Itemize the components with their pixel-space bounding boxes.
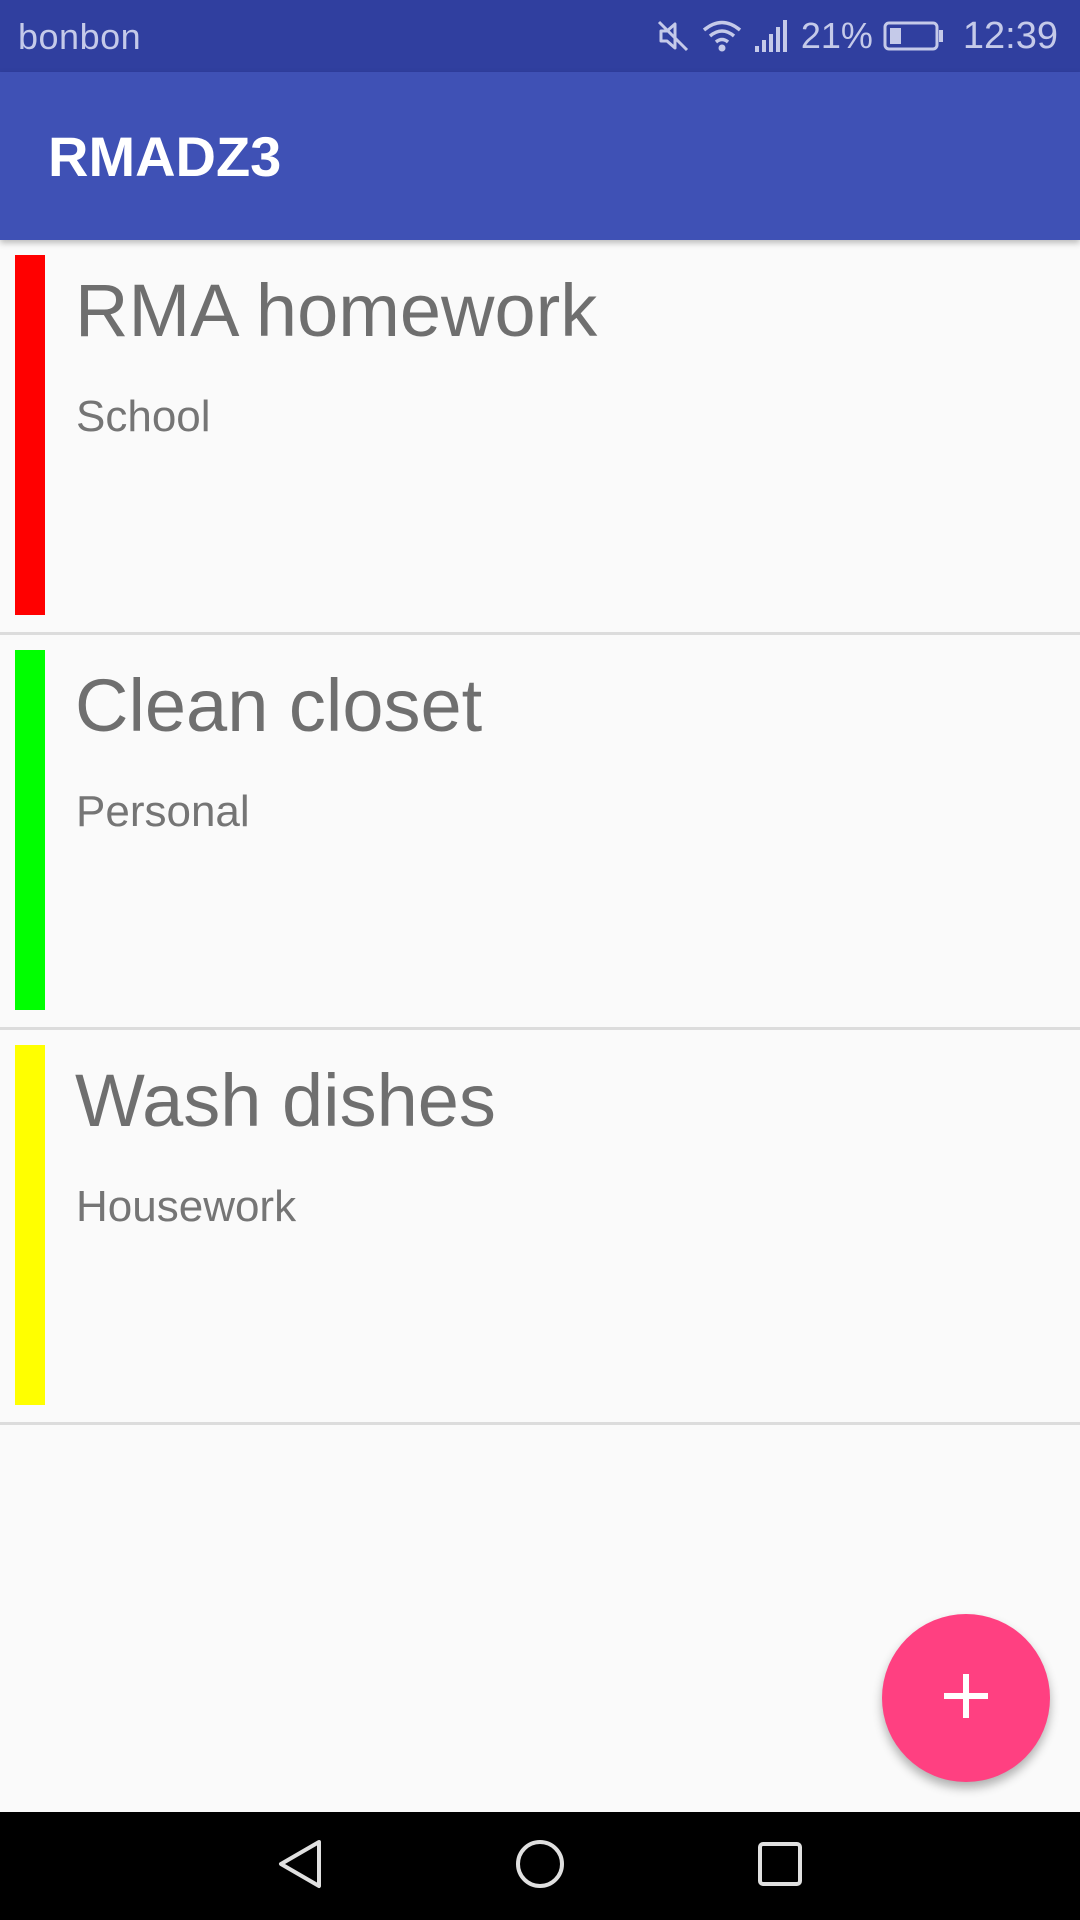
wifi-icon [701, 18, 743, 54]
navigation-bar [0, 1812, 1080, 1920]
status-icons: 21% 12:39 [655, 12, 1058, 60]
task-list: RMA homework School Clean closet Persona… [0, 240, 1080, 1425]
task-title: RMA homework [75, 269, 598, 352]
task-title: Clean closet [75, 664, 483, 747]
recents-button[interactable] [720, 1812, 840, 1920]
signal-icon [753, 18, 789, 54]
muted-icon [655, 18, 691, 54]
task-item[interactable]: Clean closet Personal [0, 635, 1080, 1030]
home-button[interactable] [480, 1812, 600, 1920]
clock: 12:39 [962, 14, 1058, 57]
app-bar: RMADZ3 [0, 72, 1080, 240]
task-item[interactable]: Wash dishes Housework [0, 1030, 1080, 1425]
carrier-name: bonbon [18, 16, 142, 57]
status-bar: bonbon 21% 12:39 [0, 0, 1080, 72]
app-title: RMADZ3 [48, 125, 282, 188]
home-icon [514, 1838, 566, 1895]
battery-icon [883, 20, 945, 52]
priority-color-bar [15, 1045, 45, 1405]
task-title: Wash dishes [75, 1059, 496, 1142]
plus-icon [942, 1672, 990, 1725]
priority-color-bar [15, 650, 45, 1010]
back-icon [275, 1838, 325, 1895]
task-item[interactable]: RMA homework School [0, 240, 1080, 635]
task-category: Housework [76, 1182, 297, 1231]
battery-percent: 21% [800, 15, 873, 56]
task-category: School [76, 392, 211, 441]
task-category: Personal [76, 787, 250, 836]
recents-icon [756, 1840, 804, 1893]
add-task-button[interactable] [882, 1614, 1050, 1782]
back-button[interactable] [240, 1812, 360, 1920]
priority-color-bar [15, 255, 45, 615]
